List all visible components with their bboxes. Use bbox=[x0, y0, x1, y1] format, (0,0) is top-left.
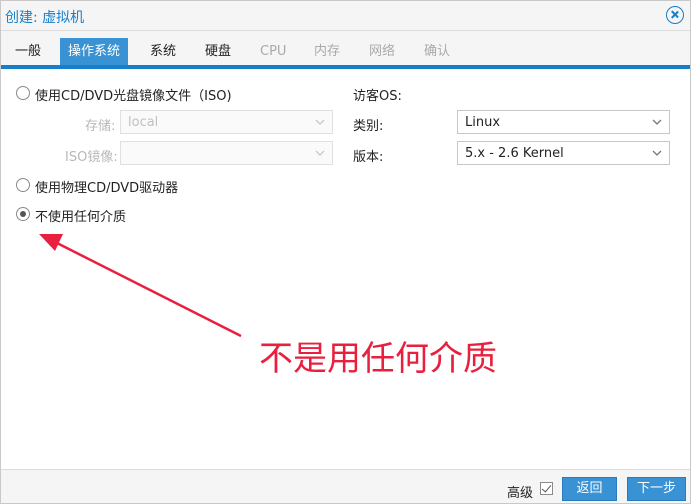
dialog-title: 创建: 虚拟机 bbox=[5, 10, 85, 26]
iso-image-select[interactable] bbox=[120, 141, 333, 165]
guest-os-heading: 访客OS: bbox=[353, 89, 402, 104]
tab-disk[interactable]: 硬盘 bbox=[199, 38, 237, 65]
tab-general[interactable]: 一般 bbox=[9, 38, 47, 65]
chevron-down-icon bbox=[315, 150, 325, 156]
physical-drive-label[interactable]: 使用物理CD/DVD驱动器 bbox=[35, 177, 178, 196]
storage-select[interactable]: local bbox=[120, 110, 333, 134]
create-vm-dialog: 创建: 虚拟机 一般 操作系统 系统 硬盘 CPU 内存 网络 确认 使用CD/… bbox=[0, 0, 691, 504]
tab-cpu[interactable]: CPU bbox=[254, 38, 292, 65]
tab-memory[interactable]: 内存 bbox=[308, 38, 346, 65]
title-bar: 创建: 虚拟机 bbox=[1, 1, 690, 31]
dialog-footer: 高级 返回 下一步 bbox=[1, 469, 690, 503]
storage-value: local bbox=[128, 115, 159, 130]
os-version-value: 5.x - 2.6 Kernel bbox=[465, 146, 564, 161]
iso-image-label: ISO镜像: bbox=[65, 150, 118, 165]
os-version-select[interactable]: 5.x - 2.6 Kernel bbox=[457, 141, 670, 165]
chevron-down-icon bbox=[652, 119, 662, 125]
annotation-text: 不是用任何介质 bbox=[259, 339, 497, 379]
chevron-down-icon bbox=[315, 119, 325, 125]
next-button[interactable]: 下一步 bbox=[627, 477, 686, 501]
os-type-value: Linux bbox=[465, 115, 501, 130]
advanced-checkbox[interactable] bbox=[540, 482, 553, 495]
advanced-label: 高级 bbox=[507, 486, 534, 501]
no-media-label[interactable]: 不使用任何介质 bbox=[35, 206, 126, 225]
iso-option-label[interactable]: 使用CD/DVD光盘镜像文件（ISO) bbox=[35, 85, 232, 104]
tab-network[interactable]: 网络 bbox=[363, 38, 401, 65]
tab-os[interactable]: 操作系统 bbox=[60, 38, 129, 65]
no-media-radio[interactable] bbox=[16, 207, 30, 221]
close-icon[interactable] bbox=[666, 6, 684, 24]
dialog-body: 使用CD/DVD光盘镜像文件（ISO) 存储: local ISO镜像: 使用物… bbox=[1, 73, 690, 465]
physical-drive-radio[interactable] bbox=[16, 178, 30, 192]
storage-label: 存储: bbox=[85, 119, 116, 134]
chevron-down-icon bbox=[652, 150, 662, 156]
tab-confirm[interactable]: 确认 bbox=[418, 38, 456, 65]
os-type-select[interactable]: Linux bbox=[457, 110, 670, 134]
os-type-label: 类别: bbox=[353, 119, 384, 134]
tab-system[interactable]: 系统 bbox=[144, 38, 182, 65]
back-button[interactable]: 返回 bbox=[562, 477, 617, 501]
os-version-label: 版本: bbox=[353, 150, 384, 165]
iso-radio[interactable] bbox=[16, 86, 30, 100]
tab-bar: 一般 操作系统 系统 硬盘 CPU 内存 网络 确认 bbox=[1, 31, 690, 69]
